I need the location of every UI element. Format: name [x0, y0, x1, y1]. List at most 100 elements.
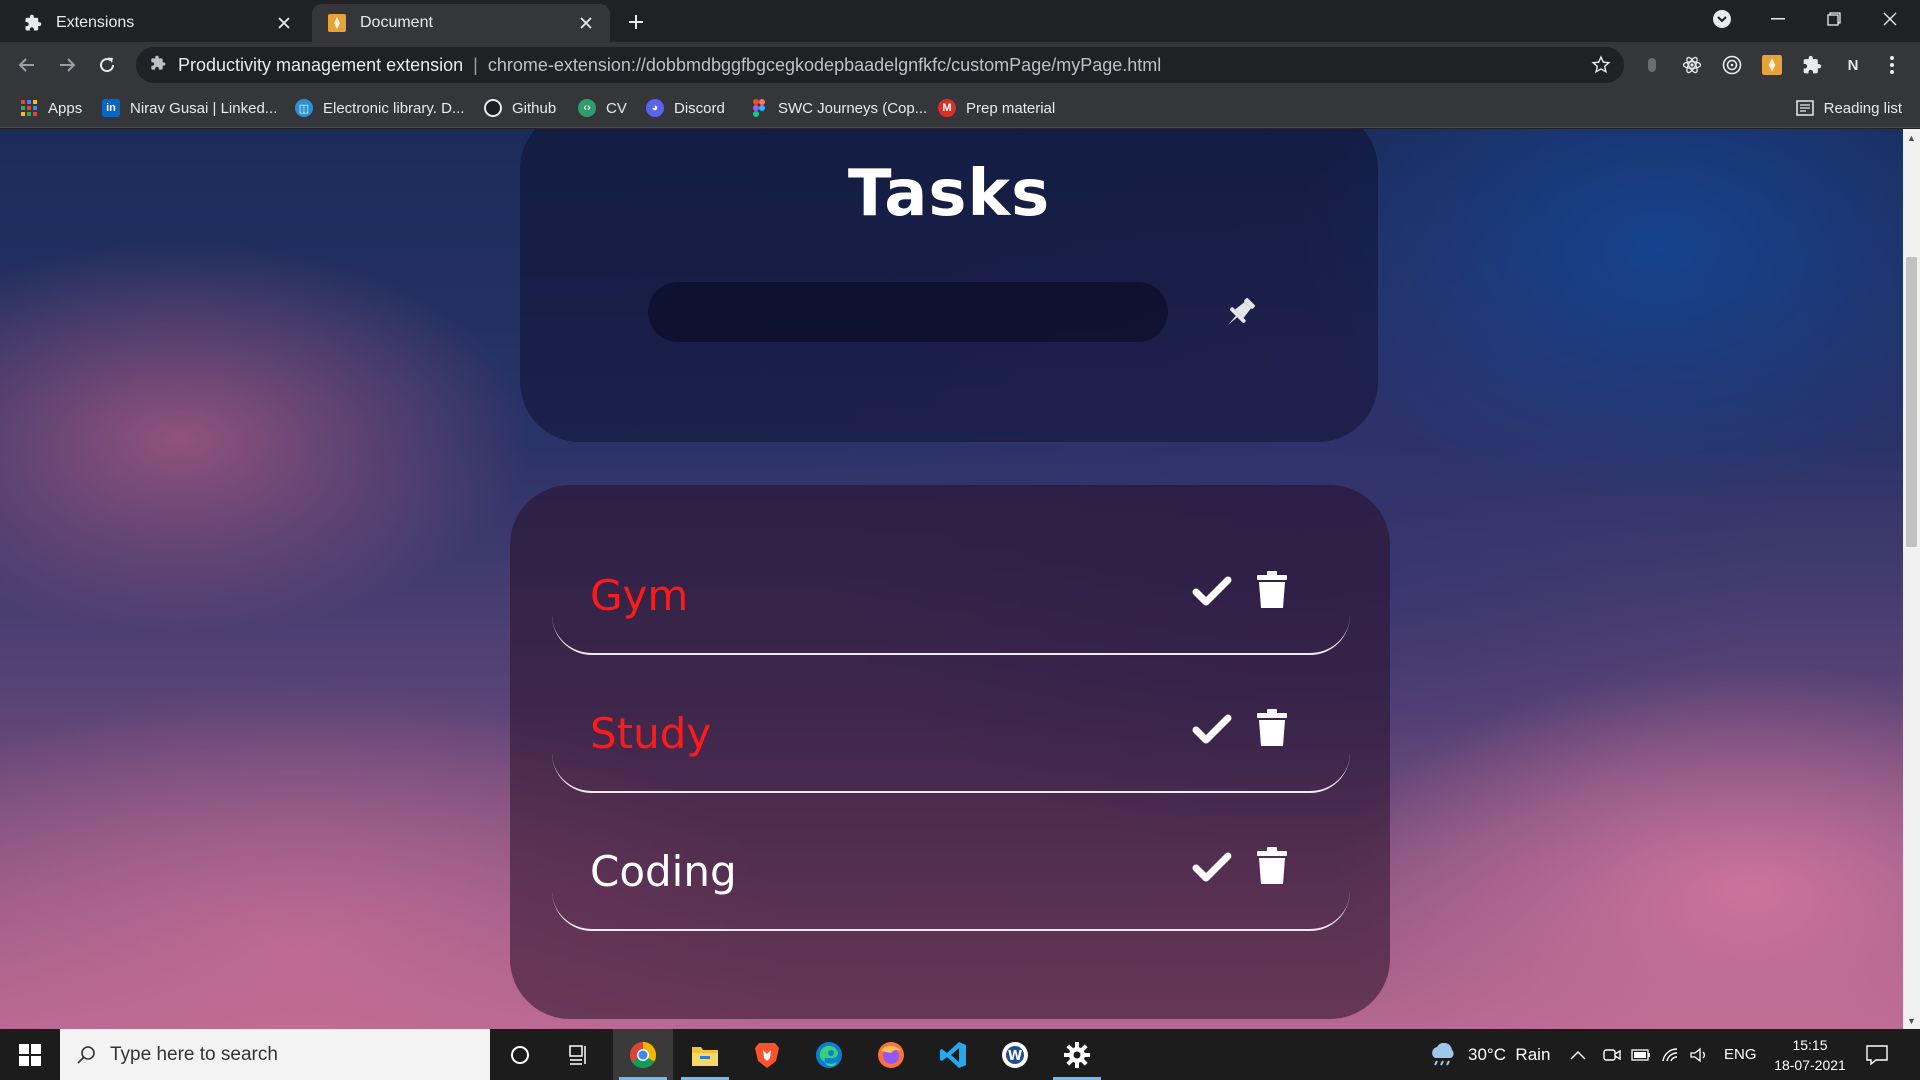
- weather-widget[interactable]: 30°C Rain: [1428, 1029, 1550, 1080]
- add-task-button[interactable]: [1216, 289, 1264, 337]
- wifi-icon[interactable]: [1661, 1029, 1681, 1080]
- page-viewport: Tasks Gym Study Coding: [0, 129, 1903, 1029]
- bookmark-star-icon[interactable]: [1590, 54, 1612, 76]
- delete-task-button[interactable]: [1252, 567, 1292, 613]
- bookmark-label: Electronic library. D...: [323, 99, 465, 117]
- complete-task-button[interactable]: [1190, 569, 1234, 613]
- tab-title: Document: [360, 14, 433, 31]
- chevron-up-icon: [1570, 1050, 1586, 1060]
- volume-icon[interactable]: [1689, 1029, 1709, 1080]
- bookmark-github[interactable]: Github: [484, 96, 556, 120]
- bookmark-label: Prep material: [966, 99, 1056, 117]
- bookmark-apps[interactable]: Apps: [20, 96, 82, 120]
- system-clock[interactable]: 15:15 18-07-2021: [1768, 1035, 1852, 1075]
- extensions-puzzle-icon[interactable]: [1800, 53, 1824, 77]
- taskbar-word-app[interactable]: W: [985, 1029, 1045, 1080]
- delete-task-button[interactable]: [1252, 843, 1292, 889]
- scroll-up-arrow-icon[interactable]: ▲: [1903, 129, 1920, 146]
- bookmark-linkedin[interactable]: in Nirav Gusai | Linked...: [102, 96, 277, 120]
- task-input-card: Tasks: [520, 129, 1378, 442]
- new-tab-button[interactable]: [624, 10, 648, 34]
- complete-task-button[interactable]: [1190, 845, 1234, 889]
- url-separator: |: [473, 54, 478, 75]
- site-name: Productivity management extension: [178, 54, 464, 75]
- productivity-extension-icon[interactable]: [1760, 53, 1784, 77]
- trash-icon: [1257, 571, 1287, 608]
- tab-title: Extensions: [56, 14, 135, 31]
- page-title: Tasks: [847, 157, 1051, 231]
- pin-icon: [1227, 298, 1255, 326]
- puzzle-icon: [22, 12, 44, 34]
- cortana-icon: [511, 1045, 529, 1064]
- page-scrollbar[interactable]: ▲ ▼: [1903, 129, 1920, 1029]
- taskbar-edge[interactable]: [799, 1029, 859, 1080]
- react-devtools-icon[interactable]: [1680, 53, 1704, 77]
- gear-icon: [1064, 1041, 1090, 1068]
- task-view-button[interactable]: [550, 1029, 610, 1080]
- taskbar-settings[interactable]: [1047, 1029, 1107, 1080]
- forward-button[interactable]: [53, 51, 81, 79]
- edge-icon: [816, 1041, 842, 1068]
- taskbar-file-explorer[interactable]: [675, 1029, 735, 1080]
- taskbar-vscode[interactable]: [923, 1029, 983, 1080]
- show-hidden-icons[interactable]: [1570, 1029, 1586, 1080]
- task-list-card: Gym Study Coding: [510, 485, 1390, 1019]
- windows-logo-icon: [19, 1043, 41, 1066]
- reading-list-button[interactable]: Reading list: [1795, 96, 1902, 120]
- bookmark-electronic-library[interactable]: ◫ Electronic library. D...: [295, 96, 464, 120]
- delete-task-button[interactable]: [1252, 705, 1292, 751]
- taskbar-search-box[interactable]: Type here to search: [60, 1029, 490, 1080]
- meet-now-icon[interactable]: [1603, 1029, 1621, 1080]
- extension-icon[interactable]: [1640, 53, 1664, 77]
- taskbar-brave[interactable]: [737, 1029, 797, 1080]
- close-tab-icon[interactable]: [576, 13, 596, 33]
- minimize-button[interactable]: [1758, 4, 1798, 34]
- github-icon: [484, 99, 502, 117]
- complete-task-button[interactable]: [1190, 707, 1234, 751]
- browser-toolbar: Productivity management extension | chro…: [0, 42, 1920, 88]
- back-button[interactable]: [13, 51, 41, 79]
- close-tab-icon[interactable]: [274, 13, 294, 33]
- reload-button[interactable]: [93, 51, 121, 79]
- profile-avatar[interactable]: N: [1841, 53, 1865, 77]
- gmail-icon: M: [938, 99, 956, 117]
- search-icon: [77, 1045, 95, 1064]
- bookmarks-bar: Apps in Nirav Gusai | Linked... ◫ Electr…: [0, 88, 1920, 128]
- clock-time: 15:15: [1792, 1037, 1828, 1053]
- tab-document[interactable]: Document: [312, 4, 610, 42]
- tab-search-button[interactable]: [1702, 4, 1742, 34]
- bookmark-swc-journeys[interactable]: SWC Journeys (Cop...: [750, 96, 927, 120]
- taskbar-chrome[interactable]: [613, 1029, 673, 1080]
- library-icon: ◫: [295, 99, 313, 117]
- svg-text:W: W: [1008, 1049, 1022, 1064]
- address-bar[interactable]: Productivity management extension | chro…: [136, 47, 1624, 83]
- bookmark-discord[interactable]: ◕ Discord: [646, 96, 725, 120]
- restore-button[interactable]: [1814, 4, 1854, 34]
- cv-icon: ‹›: [578, 99, 596, 117]
- start-button[interactable]: [0, 1029, 60, 1080]
- battery-icon[interactable]: [1631, 1029, 1651, 1080]
- bookmark-prep-material[interactable]: M Prep material: [938, 96, 1055, 120]
- bookmark-cv[interactable]: ‹› CV: [578, 96, 627, 120]
- close-window-button[interactable]: [1870, 4, 1910, 34]
- scrollbar-thumb[interactable]: [1906, 257, 1917, 547]
- bookmark-label: Apps: [48, 99, 83, 117]
- bookmark-label: SWC Journeys (Cop...: [778, 99, 928, 117]
- notifications-button[interactable]: [1866, 1029, 1888, 1080]
- firefox-icon: [878, 1041, 904, 1068]
- target-extension-icon[interactable]: [1720, 53, 1744, 77]
- menu-dots-icon[interactable]: [1880, 53, 1904, 77]
- language-indicator[interactable]: ENG: [1724, 1029, 1757, 1080]
- cortana-button[interactable]: [490, 1029, 550, 1080]
- bookmark-label: Discord: [674, 99, 725, 117]
- reading-list-label: Reading list: [1823, 99, 1902, 117]
- taskbar-firefox[interactable]: [861, 1029, 921, 1080]
- trash-icon: [1257, 847, 1287, 884]
- task-input[interactable]: [648, 282, 1168, 342]
- trash-icon: [1257, 709, 1287, 746]
- task-label: Study: [590, 709, 712, 758]
- figma-icon: [750, 99, 768, 117]
- notification-icon: [1866, 1044, 1888, 1065]
- tab-extensions[interactable]: Extensions: [8, 4, 308, 42]
- scroll-down-arrow-icon[interactable]: ▼: [1903, 1012, 1920, 1029]
